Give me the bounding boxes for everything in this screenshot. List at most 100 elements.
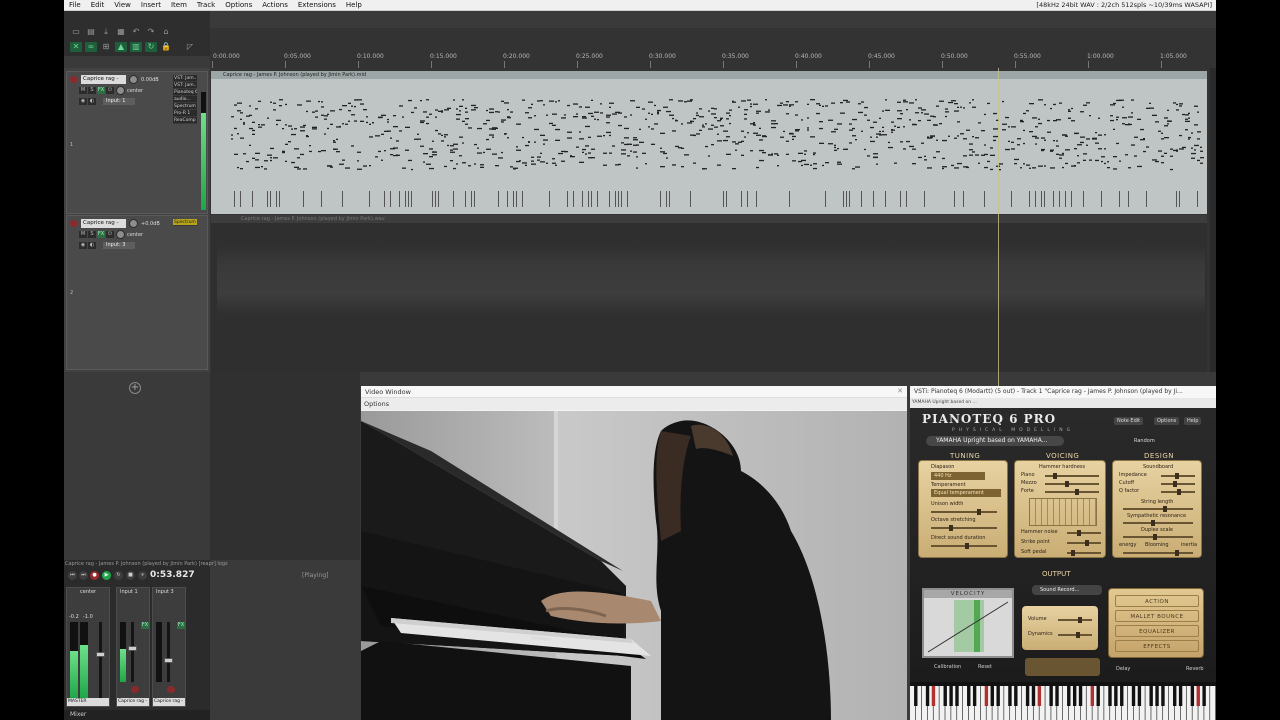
- grid-icon[interactable]: ⊞: [100, 42, 112, 52]
- track-1-header[interactable]: Caprice rag - 0.00dB M S FX ⏻ center Inp…: [66, 71, 208, 214]
- diapason-dropdown[interactable]: 440 Hz: [931, 472, 985, 480]
- go-to-end-icon[interactable]: ⏭: [79, 571, 88, 580]
- playhead-cursor[interactable]: [998, 68, 999, 386]
- reverb-label[interactable]: Reverb: [1186, 666, 1204, 672]
- fx-item[interactable]: VST: Jam...: [173, 82, 197, 89]
- sound-recording-selector[interactable]: Sound Record...: [1032, 585, 1102, 595]
- auto-icon[interactable]: ◐: [88, 242, 96, 249]
- io-button[interactable]: ⏻: [106, 231, 114, 238]
- close-icon[interactable]: ✕: [897, 387, 903, 395]
- new-project-icon[interactable]: ▭: [70, 27, 82, 37]
- impedance-slider[interactable]: [1161, 473, 1195, 479]
- project-settings-icon[interactable]: ▦: [115, 27, 127, 37]
- fx-button[interactable]: FX: [97, 87, 105, 94]
- timeline-ruler[interactable]: 0:00.000 0:05.000 0:10.000 0:15.000 0:20…: [210, 28, 1216, 68]
- fx-list[interactable]: VST: Jam... VST: Jam... Pianoteq 6 audio…: [173, 75, 197, 124]
- midi-item[interactable]: Caprice rag - James P. Johnson (played b…: [211, 71, 1207, 214]
- ripple-edit-icon[interactable]: ✕: [70, 42, 82, 52]
- unison-width-slider[interactable]: [931, 509, 997, 515]
- equalizer-button[interactable]: EQUALIZER: [1115, 625, 1199, 637]
- solo-button[interactable]: S: [88, 87, 96, 94]
- master-fader-cap[interactable]: [96, 652, 105, 657]
- keyboard-keys[interactable]: [910, 682, 1216, 720]
- velocity-curve[interactable]: [924, 598, 1012, 656]
- pan-knob[interactable]: [116, 86, 125, 95]
- stop-button[interactable]: ■: [126, 571, 135, 580]
- loop-icon[interactable]: ↻: [145, 42, 157, 52]
- vertical-scrollbar[interactable]: [1210, 68, 1216, 372]
- strip-record-button[interactable]: [167, 686, 175, 693]
- strip-fx-button[interactable]: FX: [177, 622, 185, 629]
- fx-item[interactable]: audio...: [173, 96, 197, 103]
- random-button[interactable]: Random: [1134, 438, 1155, 444]
- snap-icon[interactable]: ▲: [115, 42, 127, 52]
- undo-icon[interactable]: ↶: [130, 27, 142, 37]
- action-button[interactable]: ACTION: [1115, 595, 1199, 607]
- tuning-panel[interactable]: Diapason 440 Hz Temperament Equal temper…: [918, 460, 1008, 558]
- link-icon[interactable]: ∞: [85, 42, 97, 52]
- strike-point-slider[interactable]: [1067, 540, 1101, 546]
- add-track-icon[interactable]: +: [129, 382, 141, 394]
- reset-button[interactable]: Reset: [978, 664, 992, 670]
- menu-file[interactable]: File: [64, 1, 86, 9]
- pianoteq-plugin-window[interactable]: VSTi: Pianoteq 6 (Modartt) (5 out) - Tra…: [910, 386, 1216, 720]
- track-2-header[interactable]: Caprice rag - +0.0dB M S FX ⏻ center Inp…: [66, 215, 208, 370]
- strip-fader-track[interactable]: [167, 622, 170, 682]
- mixer-strip-2[interactable]: Input 3 FX Caprice rag -: [152, 587, 186, 707]
- menu-insert[interactable]: Insert: [136, 1, 166, 9]
- pan-knob[interactable]: [116, 230, 125, 239]
- mixer-tab[interactable]: Mixer: [64, 710, 210, 720]
- metronome-icon[interactable]: ⌂: [160, 27, 172, 37]
- help-button[interactable]: Help: [1184, 417, 1202, 425]
- master-fader-track[interactable]: [99, 622, 102, 698]
- fx-item[interactable]: Spectrum A: [173, 219, 197, 226]
- track-name[interactable]: Caprice rag -: [81, 75, 126, 84]
- record-button[interactable]: ●: [90, 571, 99, 580]
- record-arm-button[interactable]: [70, 76, 78, 83]
- strip-fader-cap[interactable]: [164, 658, 173, 663]
- mallet-bounce-button[interactable]: MALLET BOUNCE: [1115, 610, 1199, 622]
- fx-item[interactable]: ReaComp: [173, 117, 197, 124]
- q-factor-slider[interactable]: [1161, 489, 1195, 495]
- strip-record-button[interactable]: [131, 686, 139, 693]
- play-button[interactable]: ▶: [102, 571, 111, 580]
- temperament-dropdown[interactable]: Equal temperament: [931, 489, 1001, 497]
- fx-item[interactable]: VST: Jam...: [173, 75, 197, 82]
- note-edit-button[interactable]: Note Edit: [1114, 417, 1144, 425]
- plugin-window-title[interactable]: VSTi: Pianoteq 6 (Modartt) (5 out) - Tra…: [910, 386, 1216, 398]
- volume-knob[interactable]: [129, 75, 138, 84]
- input-select[interactable]: Input: 1: [103, 98, 135, 105]
- design-panel[interactable]: Soundboard Impedance Cutoff Q factor Str…: [1112, 460, 1202, 558]
- strip-fader-track[interactable]: [131, 622, 134, 682]
- menu-extensions[interactable]: Extensions: [293, 1, 341, 9]
- octave-stretching-slider[interactable]: [931, 525, 997, 531]
- output-panel[interactable]: Volume Dynamics: [1022, 606, 1098, 650]
- mixer-strip-1[interactable]: Input 1 FX Caprice rag -: [116, 587, 150, 707]
- blooming-slider[interactable]: [1123, 550, 1193, 556]
- open-project-icon[interactable]: ▤: [85, 27, 97, 37]
- pause-button[interactable]: ⏸: [138, 571, 147, 580]
- audio-device-status[interactable]: [48kHz 24bit WAV : 2/2ch 512spls ~10/39m…: [1036, 1, 1212, 9]
- arrange-empty-area[interactable]: [210, 372, 360, 560]
- piano-keyboard[interactable]: [910, 682, 1216, 720]
- video-window-title[interactable]: Video Window: [361, 386, 907, 398]
- calibration-button[interactable]: Calibration: [934, 664, 961, 670]
- auto-icon[interactable]: ◐: [88, 98, 96, 105]
- mute-button[interactable]: M: [79, 231, 87, 238]
- arrange-view[interactable]: Caprice rag - James P. Johnson (played b…: [210, 68, 1210, 372]
- delay-label[interactable]: Delay: [1116, 666, 1130, 672]
- monitor-icon[interactable]: ◉: [79, 242, 87, 249]
- record-arm-button[interactable]: [70, 220, 78, 227]
- save-project-icon[interactable]: ⤓: [100, 27, 112, 37]
- fx-item[interactable]: Pianoteq 6: [173, 89, 197, 96]
- menu-help[interactable]: Help: [341, 1, 367, 9]
- soft-pedal-slider[interactable]: [1067, 550, 1101, 556]
- time-display[interactable]: 0:53.827: [150, 570, 195, 580]
- fx-item[interactable]: Pro-R 1: [173, 110, 197, 117]
- go-to-start-icon[interactable]: ⏮: [68, 571, 77, 580]
- video-options-menu[interactable]: Options: [361, 398, 907, 410]
- monitor-icon[interactable]: ◉: [79, 98, 87, 105]
- strip-fx-button[interactable]: FX: [141, 622, 149, 629]
- master-strip[interactable]: center -0.2 -1.0 RMS -0.4 MASTER: [66, 587, 110, 707]
- track-name[interactable]: Caprice rag -: [81, 219, 126, 228]
